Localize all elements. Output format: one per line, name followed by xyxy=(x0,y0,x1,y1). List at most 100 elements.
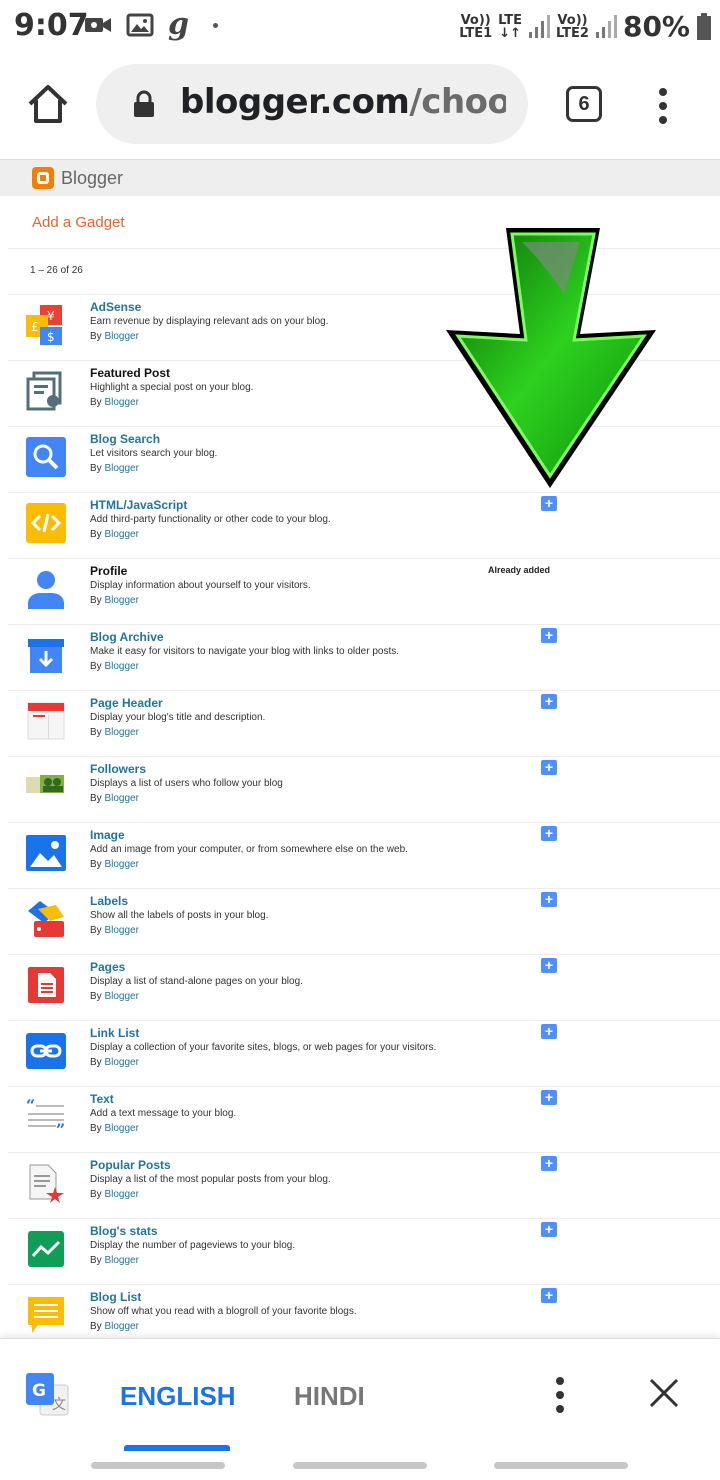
code-icon xyxy=(26,503,66,543)
gadget-author: By Blogger xyxy=(90,397,139,408)
stats-chart-icon xyxy=(28,1231,64,1267)
svg-text:“: “ xyxy=(26,1097,35,1115)
nav-pill-home[interactable] xyxy=(293,1462,427,1469)
author-link[interactable]: Blogger xyxy=(104,661,138,672)
gadget-name[interactable]: AdSense xyxy=(90,300,141,314)
tab-hindi[interactable]: HINDI xyxy=(294,1381,365,1412)
home-icon[interactable] xyxy=(26,82,70,126)
author-link[interactable]: Blogger xyxy=(104,1123,138,1134)
gadget-author: By Blogger xyxy=(90,859,139,870)
gadget-name[interactable]: Followers xyxy=(90,762,146,776)
svg-text:文: 文 xyxy=(52,1397,66,1413)
profile-icon xyxy=(28,571,64,609)
author-link[interactable]: Blogger xyxy=(104,859,138,870)
gadget-name[interactable]: Labels xyxy=(90,894,128,908)
archive-icon xyxy=(28,639,64,673)
gadget-description: Display information about yourself to yo… xyxy=(90,580,311,591)
gesture-nav-bar xyxy=(0,1452,720,1480)
gadget-author: By Blogger xyxy=(90,925,139,936)
video-camera-icon xyxy=(85,18,111,32)
gadget-row-html-javascript: HTML/JavaScript Add third-party function… xyxy=(8,492,720,557)
gadget-name[interactable]: Featured Post xyxy=(90,366,170,380)
gadget-name[interactable]: Pages xyxy=(90,960,125,974)
gadget-author: By Blogger xyxy=(90,793,139,804)
gadget-author: By Blogger xyxy=(90,463,139,474)
gadget-description: Show off what you read with a blogroll o… xyxy=(90,1306,357,1317)
author-link[interactable]: Blogger xyxy=(104,1189,138,1200)
text-quote-icon: “ ” xyxy=(26,1097,65,1137)
add-gadget-button[interactable]: + xyxy=(541,826,557,841)
gadget-description: Add an image from your computer, or from… xyxy=(90,844,408,855)
gadget-name[interactable]: Blog List xyxy=(90,1290,141,1304)
battery-icon xyxy=(697,12,711,40)
add-gadget-button[interactable]: + xyxy=(541,760,557,775)
link-icon xyxy=(26,1033,66,1069)
gadget-author: By Blogger xyxy=(90,1123,139,1134)
gadget-author: By Blogger xyxy=(90,595,139,606)
more-options-icon[interactable] xyxy=(648,86,678,126)
gadget-row-popular-posts: Popular Posts Display a list of the most… xyxy=(8,1152,720,1217)
gadget-name[interactable]: Blog Search xyxy=(90,432,160,446)
add-gadget-button[interactable]: + xyxy=(541,892,557,907)
gadget-name[interactable]: Popular Posts xyxy=(90,1158,171,1172)
close-icon[interactable] xyxy=(648,1377,680,1409)
author-link[interactable]: Blogger xyxy=(104,463,138,474)
gadget-name[interactable]: Page Header xyxy=(90,696,163,710)
add-gadget-button[interactable]: + xyxy=(541,496,557,511)
author-link[interactable]: Blogger xyxy=(104,331,138,342)
blogger-header: Blogger xyxy=(0,160,720,196)
active-tab-indicator xyxy=(124,1445,230,1451)
gadget-name[interactable]: Profile xyxy=(90,564,127,578)
author-link[interactable]: Blogger xyxy=(104,397,138,408)
author-link[interactable]: Blogger xyxy=(104,529,138,540)
gadget-description: Display a list of the most popular posts… xyxy=(90,1174,331,1185)
add-gadget-button[interactable]: + xyxy=(541,1288,557,1303)
tab-english[interactable]: ENGLISH xyxy=(120,1381,236,1412)
add-gadget-button[interactable]: + xyxy=(541,1222,557,1237)
add-gadget-button[interactable]: + xyxy=(541,1156,557,1171)
add-gadget-button[interactable]: + xyxy=(541,628,557,643)
gadget-row-image: Image Add an image from your computer, o… xyxy=(8,822,720,887)
google-translate-icon: G 文 xyxy=(26,1373,69,1416)
author-link[interactable]: Blogger xyxy=(104,1321,138,1332)
gadget-author: By Blogger xyxy=(90,1057,139,1068)
signal-icon-1 xyxy=(529,14,551,38)
notification-icons: g xyxy=(84,7,218,42)
status-bar: 9:07 g Vo)) LTE1 LTE ↓↑ Vo)) LTE2 80% xyxy=(0,0,720,52)
search-icon xyxy=(26,437,66,477)
gadget-name[interactable]: Link List xyxy=(90,1026,139,1040)
gadget-description: Earn revenue by displaying relevant ads … xyxy=(90,316,329,327)
author-link[interactable]: Blogger xyxy=(104,595,138,606)
add-gadget-button[interactable]: + xyxy=(541,1024,557,1039)
tab-switcher-button[interactable]: 6 xyxy=(566,86,602,122)
gadget-name[interactable]: HTML/JavaScript xyxy=(90,498,187,512)
add-gadget-button[interactable]: + xyxy=(541,958,557,973)
gadget-name[interactable]: Image xyxy=(90,828,125,842)
gadget-name[interactable]: Text xyxy=(90,1092,114,1106)
gadget-name[interactable]: Blog's stats xyxy=(90,1224,158,1238)
gadget-row-profile: Profile Display information about yourse… xyxy=(8,558,720,623)
status-right: Vo)) LTE1 LTE ↓↑ Vo)) LTE2 80% xyxy=(459,10,712,43)
gadget-name[interactable]: Blog Archive xyxy=(90,630,164,644)
add-gadget-button[interactable]: + xyxy=(541,694,557,709)
author-link[interactable]: Blogger xyxy=(104,793,138,804)
svg-text:G: G xyxy=(32,1381,46,1401)
browser-toolbar: blogger.com/choose-g 6 xyxy=(0,52,720,160)
author-link[interactable]: Blogger xyxy=(104,991,138,1002)
url-bar[interactable]: blogger.com/choose-g xyxy=(96,64,528,144)
author-link[interactable]: Blogger xyxy=(104,1057,138,1068)
blog-list-icon xyxy=(28,1297,64,1333)
page-header-icon xyxy=(27,702,65,740)
author-link[interactable]: Blogger xyxy=(104,925,138,936)
carrier-app-icon: g xyxy=(168,7,189,42)
signal-icon-2 xyxy=(595,14,617,38)
svg-text:”: ” xyxy=(56,1120,65,1137)
add-gadget-button[interactable]: + xyxy=(541,1090,557,1105)
gallery-icon xyxy=(126,13,154,37)
translate-options-icon[interactable] xyxy=(546,1375,574,1415)
author-link[interactable]: Blogger xyxy=(104,727,138,738)
nav-pill-recents[interactable] xyxy=(91,1462,225,1469)
nav-pill-back[interactable] xyxy=(494,1462,628,1469)
author-link[interactable]: Blogger xyxy=(104,1255,138,1266)
gadget-row-blogs-stats: Blog's stats Display the number of pagev… xyxy=(8,1218,720,1283)
